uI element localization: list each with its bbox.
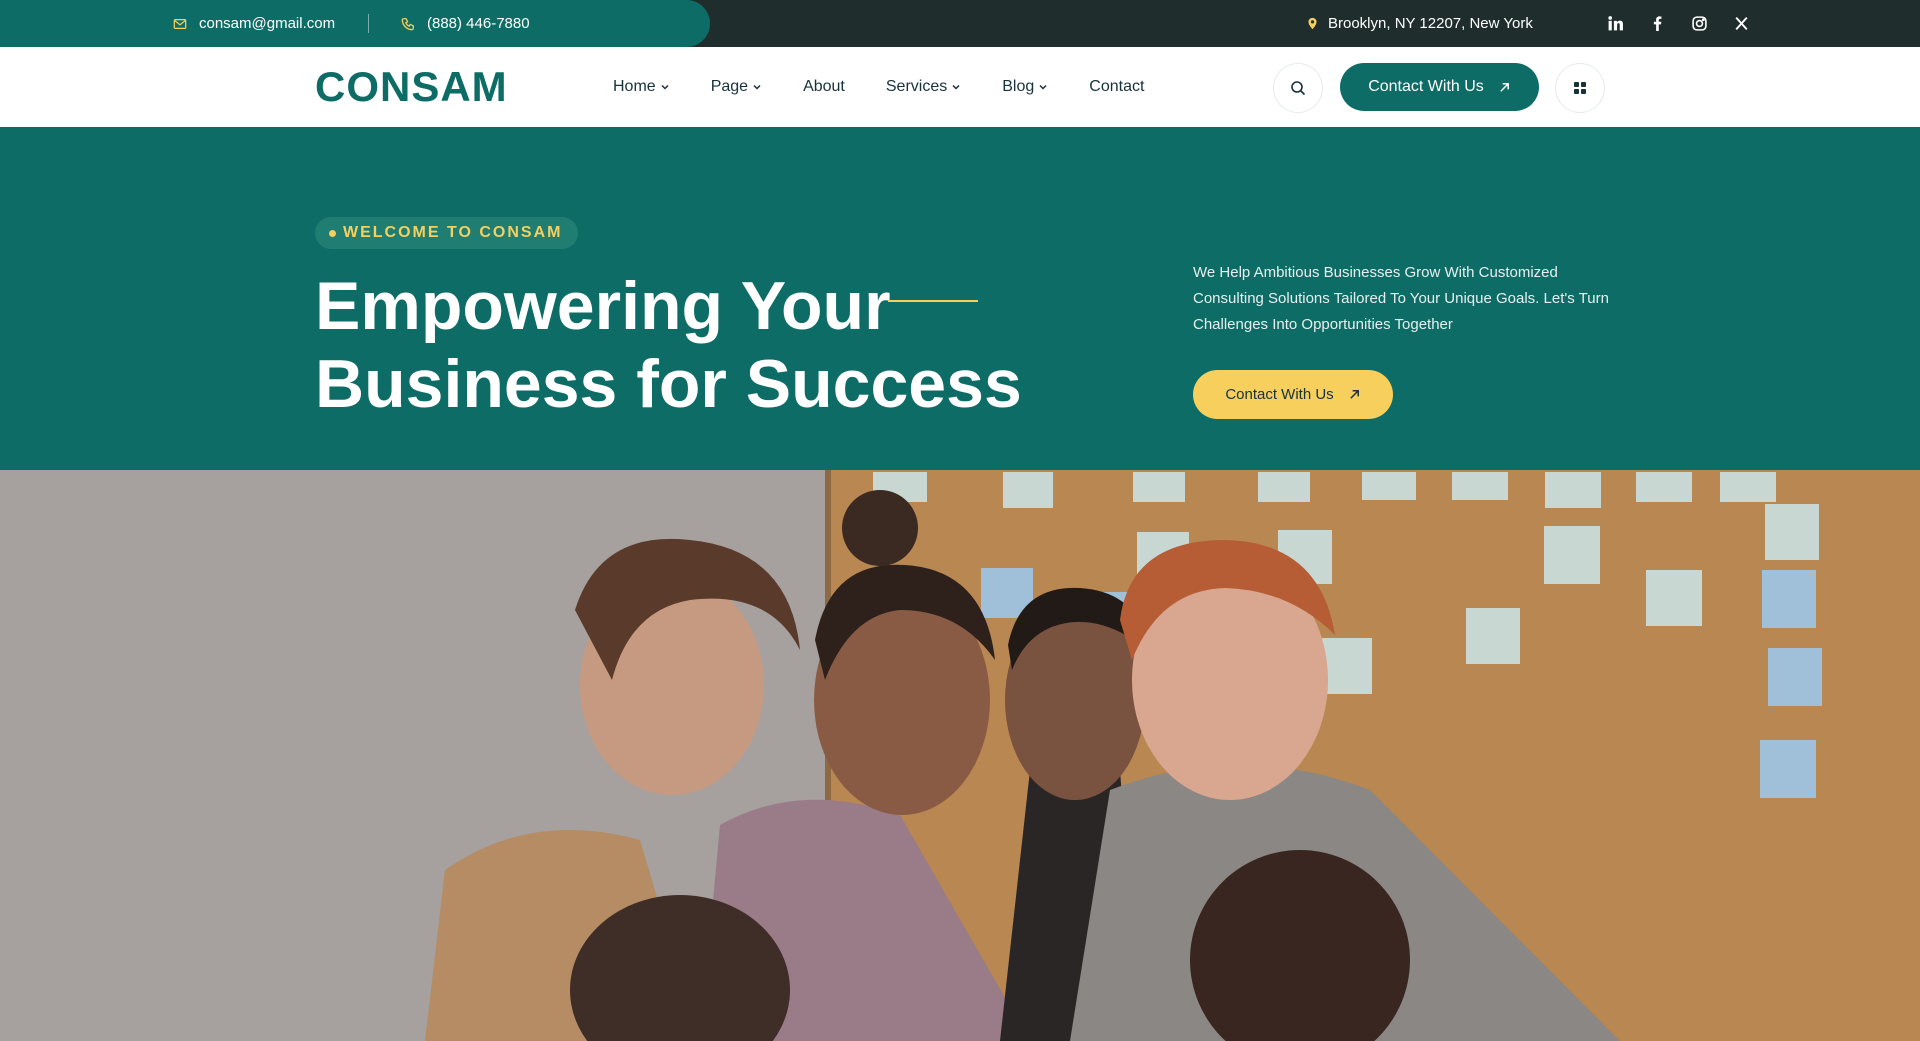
email-text: consam@gmail.com bbox=[199, 15, 336, 32]
chevron-down-icon bbox=[952, 84, 960, 90]
nav-item-blog[interactable]: Blog bbox=[1002, 78, 1048, 96]
top-bar: consam@gmail.com (888) 446-7880 Brooklyn… bbox=[0, 0, 1920, 47]
hero-contact-label: Contact With Us bbox=[1225, 386, 1334, 403]
hero-title-line2: Business for Success bbox=[315, 346, 1022, 422]
arrow-up-right-icon bbox=[1500, 82, 1509, 92]
instagram-icon[interactable] bbox=[1690, 15, 1708, 33]
nav-item-home[interactable]: Home bbox=[613, 78, 670, 96]
x-icon[interactable] bbox=[1732, 15, 1750, 33]
nav-item-label: About bbox=[803, 78, 845, 95]
badge-dot bbox=[329, 229, 336, 237]
linkedin-icon[interactable] bbox=[1606, 15, 1624, 33]
hero-title: Empowering Your Business for Success bbox=[315, 267, 1035, 423]
menu-grid-button[interactable] bbox=[1555, 63, 1605, 113]
nav-item-services[interactable]: Services bbox=[886, 78, 961, 96]
header-contact-label: Contact With Us bbox=[1368, 78, 1484, 95]
phone-text: (888) 446-7880 bbox=[427, 15, 530, 32]
welcome-badge: WELCOME TO CONSAM bbox=[315, 217, 579, 249]
top-bar-contact-panel: consam@gmail.com (888) 446-7880 bbox=[0, 0, 710, 47]
address: Brooklyn, NY 12207, New York bbox=[1306, 0, 1533, 47]
chevron-down-icon bbox=[661, 84, 669, 90]
nav-item-label: Contact bbox=[1089, 78, 1145, 95]
nav-item-label: Blog bbox=[1002, 78, 1035, 95]
nav-item-label: Services bbox=[885, 78, 948, 95]
facebook-icon[interactable] bbox=[1648, 15, 1666, 33]
logo[interactable]: CONSAM bbox=[315, 63, 508, 110]
main-nav: Home Page About Services Blog Contact bbox=[613, 47, 1185, 127]
hero-title-line1: Empowering Your bbox=[315, 268, 891, 344]
mail-icon bbox=[173, 18, 187, 29]
nav-item-label: Home bbox=[613, 78, 656, 95]
team-photo bbox=[0, 470, 1920, 1041]
hero-description: We Help Ambitious Businesses Grow With C… bbox=[1193, 264, 1609, 333]
grid-icon bbox=[1574, 82, 1586, 94]
address-text: Brooklyn, NY 12207, New York bbox=[1328, 15, 1533, 32]
arrow-up-right-icon bbox=[1349, 390, 1359, 399]
email-link[interactable]: consam@gmail.com bbox=[173, 0, 335, 47]
nav-item-contact[interactable]: Contact bbox=[1089, 78, 1144, 96]
phone-icon bbox=[401, 17, 414, 30]
chevron-down-icon bbox=[1039, 84, 1047, 90]
social-links bbox=[1606, 0, 1750, 47]
location-pin-icon bbox=[1308, 17, 1317, 30]
main-header: CONSAM Home Page About Services Blog Con… bbox=[0, 47, 1920, 127]
search-icon bbox=[1291, 81, 1306, 96]
title-accent-line bbox=[888, 300, 978, 302]
logo-text: CONSAM bbox=[315, 63, 508, 110]
header-contact-button[interactable]: Contact With Us bbox=[1340, 63, 1539, 111]
badge-text: WELCOME TO CONSAM bbox=[343, 224, 563, 241]
search-button[interactable] bbox=[1273, 63, 1323, 113]
nav-item-page[interactable]: Page bbox=[711, 78, 762, 96]
nav-item-about[interactable]: About bbox=[803, 78, 845, 96]
hero-contact-button[interactable]: Contact With Us bbox=[1193, 370, 1393, 419]
chevron-down-icon bbox=[753, 84, 761, 90]
phone-link[interactable]: (888) 446-7880 bbox=[401, 0, 530, 47]
top-bar-divider bbox=[368, 14, 369, 33]
hero-section: WELCOME TO CONSAM Empowering Your Busine… bbox=[0, 127, 1920, 470]
nav-item-label: Page bbox=[710, 78, 749, 95]
